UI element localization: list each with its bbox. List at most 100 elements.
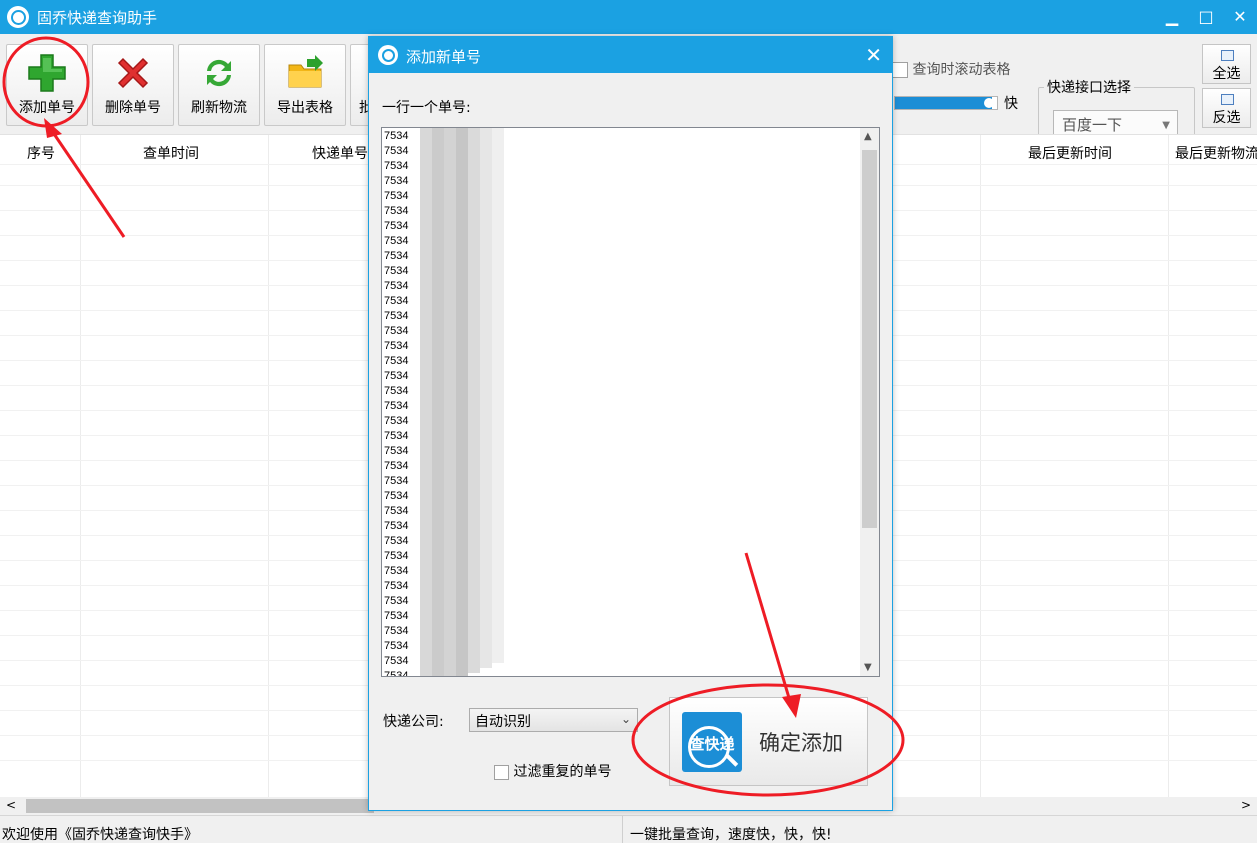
invert-selection-button[interactable]: 反选 (1202, 88, 1251, 128)
courier-company-select[interactable]: 自动识别 ⌄ (469, 708, 638, 732)
delete-number-label: 删除单号 (105, 100, 161, 116)
tracking-number-line: 7534 (384, 205, 409, 217)
refresh-logistics-button[interactable]: 刷新物流 (178, 44, 260, 126)
select-all-button[interactable]: 全选 (1202, 44, 1251, 84)
pixelated-mask (420, 128, 432, 676)
minimize-button[interactable]: ▁ (1158, 4, 1186, 30)
dialog-logo-icon (378, 45, 398, 65)
interface-group-title: 快递接口选择 (1044, 77, 1134, 97)
pixelated-mask (432, 128, 444, 676)
pixelated-mask (444, 128, 456, 676)
add-number-button[interactable]: 添加单号 (6, 44, 88, 126)
courier-company-value: 自动识别 (475, 714, 531, 730)
column-header-last-update-logistics[interactable]: 最后更新物流 (1175, 143, 1257, 163)
tracking-number-line: 7534 (384, 235, 409, 247)
confirm-add-label: 确定添加 (759, 731, 843, 755)
invert-selection-icon (1221, 94, 1234, 105)
courier-company-label: 快递公司: (383, 714, 444, 730)
tracking-number-line: 7534 (384, 175, 409, 187)
tracking-number-line: 7534 (384, 505, 409, 517)
status-bar: 欢迎使用《固乔快递查询快手》 一键批量查询，速度快，快，快! (0, 815, 1257, 843)
tracking-number-line: 7534 (384, 595, 409, 607)
scroll-table-label: 查询时滚动表格 (912, 62, 1011, 78)
tracking-number-line: 7534 (384, 265, 409, 277)
column-header-last-update-time[interactable]: 最后更新时间 (1028, 143, 1112, 163)
dialog-close-icon[interactable]: ✕ (865, 43, 882, 67)
tracking-number-line: 7534 (384, 355, 409, 367)
tracking-number-line: 7534 (384, 370, 409, 382)
filter-duplicates-option[interactable]: 过滤重复的单号 (494, 761, 611, 781)
maximize-button[interactable]: □ (1192, 4, 1220, 30)
close-button[interactable]: ✕ (1226, 4, 1254, 30)
status-left-text: 欢迎使用《固乔快递查询快手》 (2, 827, 198, 843)
add-number-dialog: 添加新单号 ✕ 一行一个单号: 7534 7534 7534 7534 7534 7534… (368, 36, 893, 811)
confirm-add-button[interactable]: 查快递 确定添加 (669, 697, 868, 786)
tracking-number-line: 7534 (384, 145, 409, 157)
tracking-number-line: 7534 (384, 415, 409, 427)
speed-label: 快 (1004, 96, 1018, 112)
status-divider (622, 816, 623, 843)
tracking-number-line: 7534 (384, 550, 409, 562)
tracking-number-line: 7534 (384, 520, 409, 532)
scroll-table-option[interactable]: 查询时滚动表格 (892, 59, 1010, 79)
app-logo-icon (7, 6, 29, 28)
pixelated-mask (492, 128, 504, 663)
tracking-number-line: 7534 (384, 250, 409, 262)
chevron-down-icon: ⌄ (620, 712, 631, 726)
column-header-index[interactable]: 序号 (27, 143, 55, 163)
chevron-down-icon: ▼ (1162, 120, 1170, 131)
tracking-number-line: 7534 (384, 655, 409, 667)
plus-icon (28, 54, 66, 92)
pixelated-mask (468, 128, 480, 673)
batch-button[interactable]: 批 (350, 44, 373, 126)
scroll-right-icon[interactable]: > (1241, 798, 1251, 812)
textarea-scroll-thumb[interactable] (862, 150, 877, 528)
horizontal-scrollbar-thumb[interactable] (26, 799, 374, 813)
tracking-number-line: 7534 (384, 640, 409, 652)
column-header-query-time[interactable]: 查单时间 (143, 143, 199, 163)
magnifier-handle (724, 753, 739, 767)
search-express-logo-text: 查快递 (689, 735, 735, 753)
speed-slider[interactable] (894, 96, 998, 110)
tracking-number-line: 7534 (384, 340, 409, 352)
dialog-title: 添加新单号 (406, 48, 482, 66)
tracking-number-line: 7534 (384, 535, 409, 547)
folder-export-icon (288, 55, 323, 88)
tracking-number-line: 7534 (384, 295, 409, 307)
tracking-number-lines: 7534 7534 7534 7534 7534 7534 7534 7534 7534 7534… (384, 129, 409, 677)
search-express-logo-icon: 查快递 (682, 712, 742, 772)
export-table-button[interactable]: 导出表格 (264, 44, 346, 126)
speed-slider-handle[interactable] (984, 98, 994, 108)
status-right-text: 一键批量查询，速度快，快，快! (630, 827, 832, 843)
tracking-number-line: 7534 (384, 610, 409, 622)
tracking-number-line: 7534 (384, 130, 409, 142)
app-title: 固乔快递查询助手 (37, 9, 158, 27)
scroll-up-icon[interactable]: ▲ (864, 131, 872, 142)
pixelated-mask (456, 128, 468, 676)
textarea-vertical-scrollbar[interactable]: ▲ ▼ (860, 128, 879, 676)
scroll-down-icon[interactable]: ▼ (864, 662, 872, 673)
tracking-number-line: 7534 (384, 220, 409, 232)
add-number-label: 添加单号 (19, 100, 75, 116)
tracking-number-line: 7534 (384, 310, 409, 322)
filter-duplicates-checkbox[interactable] (494, 764, 509, 780)
instruction-label: 一行一个单号: (382, 100, 471, 116)
column-header-tracking-number[interactable]: 快递单号 (312, 143, 368, 163)
filter-duplicates-label: 过滤重复的单号 (513, 764, 612, 780)
tracking-number-line: 7534 (384, 430, 409, 442)
title-bar: 固乔快递查询助手 ▁ □ ✕ (0, 0, 1257, 34)
scroll-table-checkbox[interactable] (892, 62, 908, 78)
export-table-label: 导出表格 (277, 100, 333, 116)
tracking-number-line: 7534 (384, 280, 409, 292)
tracking-number-line: 7534 (384, 160, 409, 172)
delete-number-button[interactable]: 删除单号 (92, 44, 174, 126)
tracking-number-line: 7534 (384, 490, 409, 502)
tracking-number-line: 7534 (384, 190, 409, 202)
tracking-numbers-textarea[interactable]: 7534 7534 7534 7534 7534 7534 7534 7534 7534 7534… (381, 127, 880, 677)
tracking-number-line: 7534 (384, 580, 409, 592)
tracking-number-line: 7534 (384, 445, 409, 457)
tracking-number-line: 7534 (384, 670, 409, 677)
scroll-left-icon[interactable]: < (6, 798, 16, 812)
dialog-title-bar: 添加新单号 ✕ (369, 37, 892, 73)
speed-slider-fill (895, 97, 992, 109)
